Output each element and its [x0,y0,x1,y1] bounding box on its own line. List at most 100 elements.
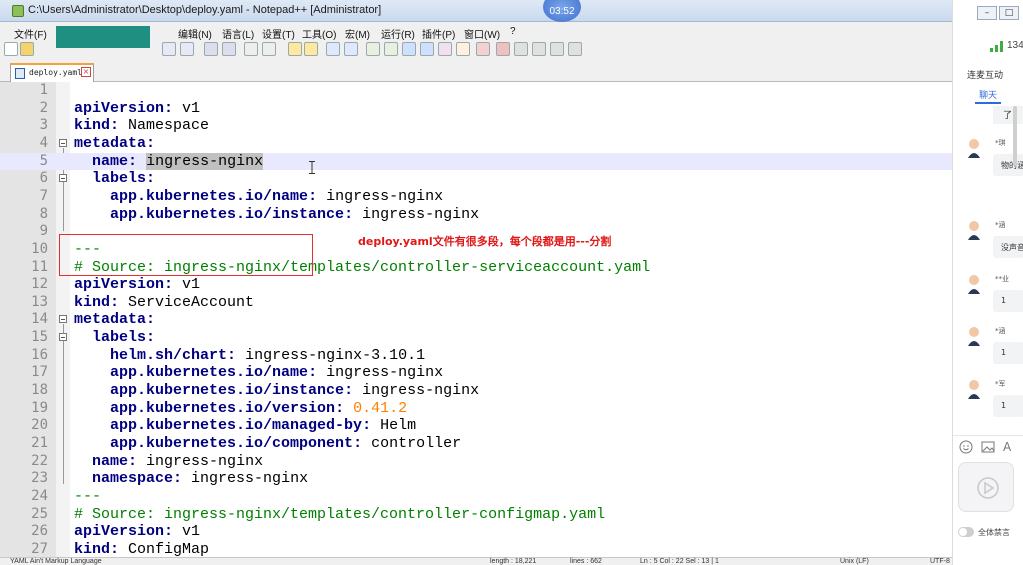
chat-bubble: 1 [993,395,1023,417]
indent-guide-icon[interactable] [402,42,416,56]
menu-macro[interactable]: 宏(M) [345,26,370,41]
chat-bubble: 物的涵 [993,154,1023,176]
sync-v-icon[interactable] [326,42,340,56]
tab-chat[interactable]: 聊天 [979,88,997,101]
code-line: 2 apiVersion: v1 [0,100,952,118]
find-icon[interactable] [244,42,258,56]
yaml-value: v1 [173,99,201,117]
menu-settings[interactable]: 设置(T) [262,26,295,41]
zoom-out-icon[interactable] [304,42,318,56]
annotation-note: deploy.yaml文件有很多段，每个段都是用---分割 [358,235,612,248]
yaml-key: helm.sh/chart [110,346,228,364]
online-count: 134 [1007,40,1023,51]
yaml-key: kind [74,293,111,311]
image-icon[interactable] [981,440,995,454]
run-macro-multiple-icon[interactable] [550,42,564,56]
yaml-key: apiVersion [74,99,165,117]
line-number: 17 [31,364,48,381]
menu-plugins[interactable]: 插件(P) [422,26,455,41]
code-line: 23 namespace: ingress-nginx [0,470,952,488]
window-title: C:\Users\Administrator\Desktop\deploy.ya… [28,4,382,16]
line-number: 8 [39,205,48,222]
code-line: 18 app.kubernetes.io/instance: ingress-n… [0,382,952,400]
line-number: 1 [39,82,48,98]
status-bar: YAML Ain't Markup Language length : 18,2… [0,557,952,565]
menu-tools[interactable]: 工具(O) [302,26,336,41]
paste-icon[interactable] [180,42,194,56]
tab-bar: deploy.yaml × [0,61,952,82]
yaml-key: labels [92,170,147,188]
undo-icon[interactable] [204,42,218,56]
yaml-key: namespace [92,470,174,488]
yaml-key: name [92,452,129,470]
sync-h-icon[interactable] [344,42,358,56]
monitor-icon[interactable] [476,42,490,56]
chat-bubble: 没声音 [993,236,1023,258]
stop-macro-icon[interactable] [514,42,528,56]
menu-run[interactable]: 运行(R) [381,26,415,41]
wrap-icon[interactable] [366,42,380,56]
line-number: 20 [31,417,48,434]
line-number: 12 [31,276,48,293]
open-file-icon[interactable] [20,42,34,56]
line-number: 9 [39,223,48,240]
line-number: 26 [31,523,48,540]
record-macro-icon[interactable] [496,42,510,56]
chat-message: **业 1 [953,274,1023,324]
signal-icon [990,41,1003,52]
close-tab-icon[interactable]: × [81,67,91,77]
code-line: 19 app.kubernetes.io/version: 0.41.2 [0,400,952,418]
notepad-app-icon [12,5,24,17]
current-line: 5 name: ingress-nginx [0,152,952,171]
menu-window[interactable]: 窗口(W) [464,26,500,41]
new-file-icon[interactable] [4,42,18,56]
code-line: 27 kind: ConfigMap [0,541,952,557]
minimize-button[interactable]: – [977,6,997,20]
replace-icon[interactable] [262,42,276,56]
show-all-icon[interactable] [384,42,398,56]
yaml-key: apiVersion [74,276,165,294]
document-separator: --- [74,487,102,505]
doc-map-icon[interactable] [420,42,434,56]
video-placeholder[interactable] [958,462,1014,512]
yaml-value: ingress-nginx [353,382,480,400]
menu-language[interactable]: 语言(L) [222,26,254,41]
copy-icon[interactable] [162,42,176,56]
selected-text: ingress-nginx [146,152,264,170]
play-macro-icon[interactable] [532,42,546,56]
yaml-number: 0.41.2 [344,399,408,417]
font-icon[interactable]: A [1003,440,1017,454]
line-number: 14 [31,311,48,328]
function-list-icon[interactable] [438,42,452,56]
line-number: 25 [31,505,48,522]
mute-all-toggle[interactable] [958,527,974,537]
chat-scrollbar[interactable] [1013,106,1017,166]
code-line: 12 apiVersion: v1 [0,276,952,294]
code-line: 14 metadata: [0,311,952,329]
code-line: 17 app.kubernetes.io/name: ingress-nginx [0,364,952,382]
code-editor[interactable]: 1 2 apiVersion: v1 3 kind: Namespace 4 m… [0,82,952,557]
chat-toolbar: A [953,435,1023,459]
line-number: 23 [31,470,48,487]
yaml-value: ServiceAccount [119,293,255,311]
zoom-in-icon[interactable] [288,42,302,56]
emoji-icon[interactable] [959,440,973,454]
save-macro-icon[interactable] [568,42,582,56]
redo-icon[interactable] [222,42,236,56]
line-number: 5 [39,152,48,169]
line-number: 21 [31,435,48,451]
menu-edit[interactable]: 编辑(N) [178,26,212,41]
maximize-button[interactable]: □ [999,6,1019,20]
status-position: Ln : 5 Col : 22 Sel : 13 | 1 [640,558,719,565]
code-line: 25 # Source: ingress-nginx/templates/con… [0,506,952,524]
yaml-value: ingress-nginx-3.10.1 [236,346,426,364]
tab-deploy-yaml[interactable]: deploy.yaml × [10,63,94,82]
status-encoding: UTF-8 [930,558,950,565]
yaml-key: app.kubernetes.io/name [110,187,309,205]
folder-workspace-icon[interactable] [456,42,470,56]
menu-help[interactable]: ? [510,26,516,37]
line-number: 11 [31,258,48,275]
menu-file[interactable]: 文件(F) [14,26,47,41]
line-number: 3 [39,117,48,134]
yaml-value: ConfigMap [119,540,210,557]
